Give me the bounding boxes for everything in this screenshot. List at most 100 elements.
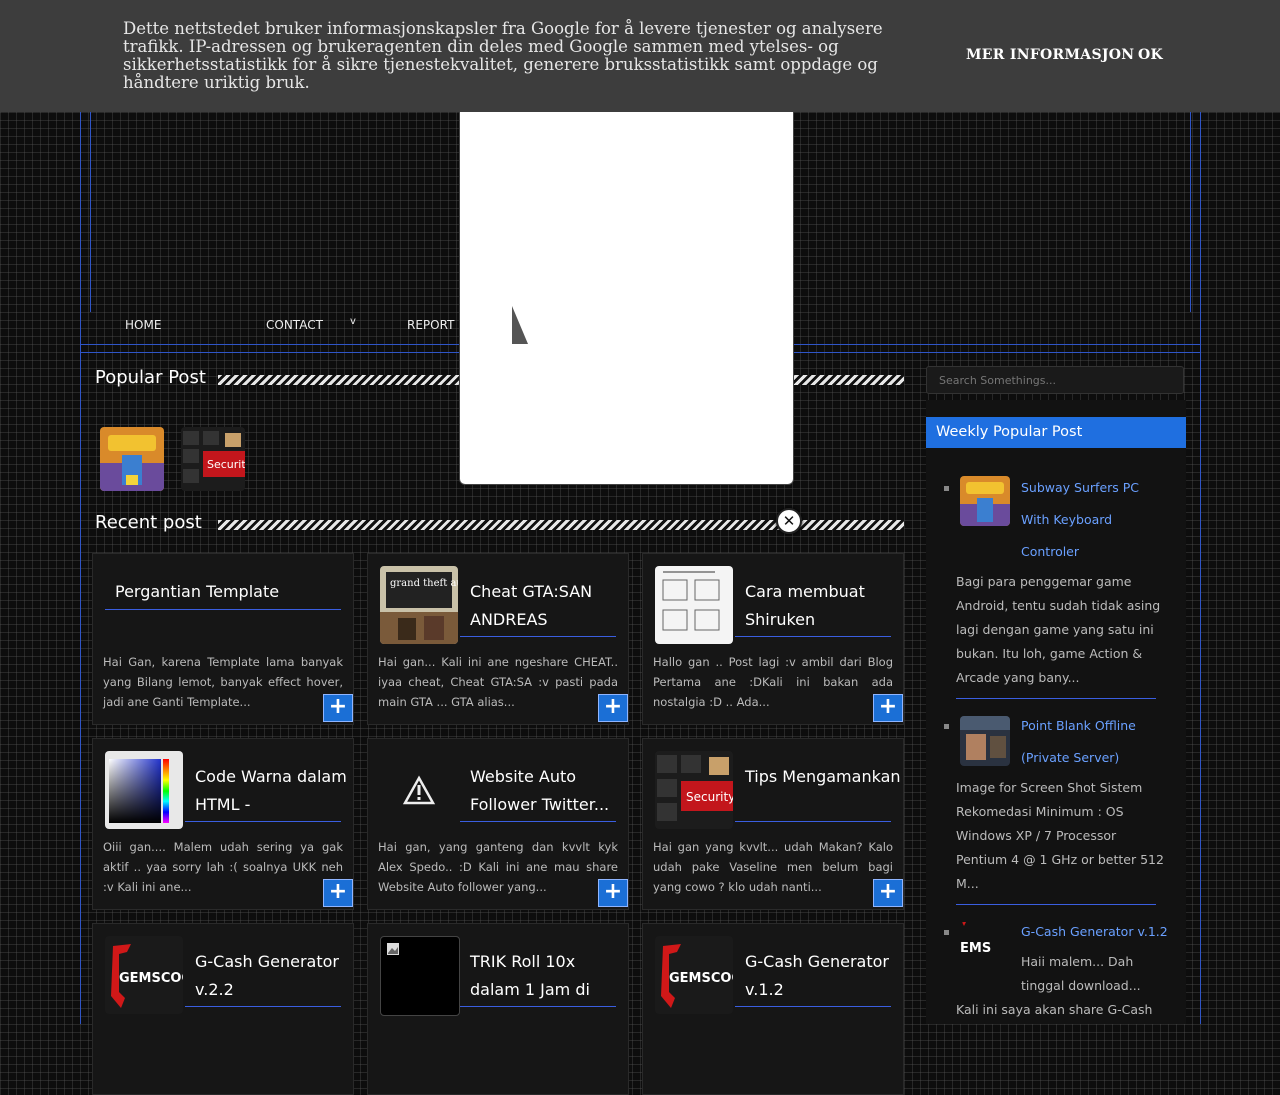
sidebar-excerpt: Kali ini saya akan share G-Cash <box>956 1002 1153 1017</box>
post-card[interactable]: GEMSCOOL G-Cash Generator v.1.2 <box>642 923 904 1095</box>
close-icon[interactable]: ✕ <box>776 508 802 534</box>
post-card[interactable]: Cara membuat Shiruken Hallo gan .. Post … <box>642 553 904 725</box>
post-card[interactable]: Website Auto Follower Twitter... Hai gan… <box>367 738 629 910</box>
security-keyboard-icon: Security <box>181 427 245 491</box>
post-title-underline <box>105 609 341 610</box>
svg-text:Security: Security <box>686 790 733 804</box>
post-card[interactable]: TRIK Roll 10x dalam 1 Jam di <box>367 923 629 1095</box>
post-title[interactable]: Cara membuat Shiruken <box>745 578 903 634</box>
sidebar-link[interactable]: Subway Surfers PC <box>1021 472 1139 504</box>
post-title[interactable]: G-Cash Generator v.1.2 <box>745 948 903 1004</box>
post-thumbnail[interactable] <box>380 936 460 1016</box>
popular-thumb-security[interactable]: Security <box>181 427 245 491</box>
sidebar-link[interactable]: (Private Server) <box>1021 742 1119 774</box>
gemscool-logo-icon: GEMSCOOL <box>655 936 733 1014</box>
sidebar-widget: Weekly Popular Post Subway Surfers PC Wi… <box>926 400 1186 1024</box>
sidebar-thumb-subway[interactable] <box>960 476 1010 526</box>
post-card[interactable]: GEMSCOOL G-Cash Generator v.2.2 <box>92 923 354 1095</box>
gemscool-logo-icon: GEMSCOOL <box>105 936 183 1014</box>
svg-text:EMS: EMS <box>960 941 991 956</box>
read-more-button[interactable]: + <box>873 694 903 722</box>
svg-text:grand theft auto: grand theft auto <box>390 578 458 589</box>
sidebar-excerpt: Haii malem... Dah <box>1021 954 1134 969</box>
post-thumbnail[interactable]: Security <box>655 751 733 829</box>
post-title-underline <box>185 1006 341 1007</box>
ok-button[interactable]: OK <box>1138 47 1163 63</box>
loading-spinner-icon <box>512 306 528 344</box>
frame-right-inner-line <box>1190 112 1191 312</box>
post-title[interactable]: Tips Mengamankan <box>745 763 901 791</box>
more-info-button[interactable]: MER INFORMASJON <box>966 47 1134 63</box>
frame-right-line <box>1200 112 1201 1024</box>
popup-ad[interactable] <box>459 100 794 485</box>
post-title[interactable]: Pergantian Template <box>115 578 279 606</box>
nav-home[interactable]: HOME <box>125 318 161 332</box>
svg-text:Security: Security <box>207 458 245 471</box>
cookie-message: Dette nettstedet bruker informasjonskaps… <box>123 19 883 92</box>
shuriken-diagram-icon <box>655 566 733 644</box>
list-bullet <box>944 486 949 491</box>
post-thumbnail[interactable] <box>655 566 733 644</box>
read-more-button[interactable]: + <box>323 879 353 907</box>
post-title-underline <box>185 821 341 822</box>
sidebar-excerpt: Windows XP / 7 Processor <box>956 828 1117 843</box>
nav-contact[interactable]: CONTACT <box>266 318 323 332</box>
post-excerpt: Hallo gan .. Post lagi :v ambil dari Blo… <box>653 655 893 709</box>
list-bullet <box>944 724 949 729</box>
sidebar-excerpt: M... <box>956 876 979 891</box>
post-title-underline <box>460 821 616 822</box>
sidebar-link[interactable]: G-Cash Generator v.1.2 <box>1021 916 1168 948</box>
post-title[interactable]: Cheat GTA:SAN ANDREAS <box>470 578 628 634</box>
point-blank-icon <box>960 716 1010 766</box>
warning-icon <box>402 775 436 805</box>
read-more-button[interactable]: + <box>323 694 353 722</box>
post-card[interactable]: Pergantian Template Hai Gan, karena Temp… <box>92 553 354 725</box>
post-card[interactable]: Security Tips Mengamankan Hai gan yang k… <box>642 738 904 910</box>
subway-surfers-icon <box>100 427 164 491</box>
list-bullet <box>944 930 949 935</box>
post-thumbnail[interactable] <box>380 751 458 829</box>
sidebar-thumb-pointblank[interactable] <box>960 716 1010 766</box>
post-card[interactable]: Code Warna dalam HTML - Oiii gan.... Mal… <box>92 738 354 910</box>
sidebar-excerpt: Image for Screen Shot Sistem <box>956 780 1143 795</box>
frame-left-line <box>80 112 81 1024</box>
post-thumbnail[interactable] <box>105 751 183 829</box>
popular-post-title: Popular Post <box>95 367 206 388</box>
gta-san-andreas-icon: grand theft auto <box>380 566 458 644</box>
search-input[interactable] <box>926 366 1184 394</box>
post-excerpt: Hai gan... Kali ini ane ngeshare CHEAT..… <box>378 655 618 709</box>
sidebar-excerpt: lagi dengan game yang satu ini <box>956 622 1154 637</box>
cookie-banner: Dette nettstedet bruker informasjonskaps… <box>0 0 1280 112</box>
post-thumbnail[interactable]: GEMSCOOL <box>655 936 733 1014</box>
sidebar-title: Weekly Popular Post <box>926 417 1186 448</box>
sidebar-link[interactable]: With Keyboard <box>1021 504 1112 536</box>
sidebar-excerpt: Pentium 4 @ 1 GHz or better 512 <box>956 852 1164 867</box>
frame-left-inner-line <box>90 112 91 312</box>
post-excerpt: Hai Gan, karena Template lama banyak yan… <box>103 655 343 709</box>
read-more-button[interactable]: + <box>598 694 628 722</box>
post-title[interactable]: TRIK Roll 10x dalam 1 Jam di <box>470 948 628 1004</box>
read-more-button[interactable]: + <box>873 879 903 907</box>
sidebar-excerpt: Rekomedasi Minimum : OS <box>956 804 1124 819</box>
post-title[interactable]: Code Warna dalam HTML - <box>195 763 353 819</box>
sidebar-link[interactable]: Controler <box>1021 536 1079 568</box>
svg-text:GEMSCOOL: GEMSCOOL <box>119 971 183 986</box>
post-title[interactable]: G-Cash Generator v.2.2 <box>195 948 353 1004</box>
sidebar-excerpt: bukan. Itu loh, game Action & <box>956 646 1143 661</box>
nav-report[interactable]: REPORT <box>407 318 454 332</box>
popular-thumb-subway[interactable] <box>100 427 164 491</box>
post-excerpt: Oiii gan.... Malem udah sering ya gak ak… <box>103 840 343 894</box>
broken-image-icon <box>387 943 399 955</box>
read-more-button[interactable]: + <box>598 879 628 907</box>
post-thumbnail[interactable]: GEMSCOOL <box>105 936 183 1014</box>
sidebar-excerpt: Arcade yang bany... <box>956 670 1080 685</box>
gemscool-logo-icon: EMS <box>960 922 1010 972</box>
chevron-down-icon[interactable]: v <box>350 316 356 327</box>
post-card[interactable]: grand theft auto Cheat GTA:SAN ANDREAS H… <box>367 553 629 725</box>
post-title[interactable]: Website Auto Follower Twitter... <box>470 763 628 819</box>
sidebar-link[interactable]: Point Blank Offline <box>1021 710 1136 742</box>
sidebar-divider <box>956 904 1156 905</box>
sidebar-thumb-gemscool[interactable]: EMS <box>960 922 1010 972</box>
post-title-underline <box>735 1006 891 1007</box>
post-thumbnail[interactable]: grand theft auto <box>380 566 458 644</box>
